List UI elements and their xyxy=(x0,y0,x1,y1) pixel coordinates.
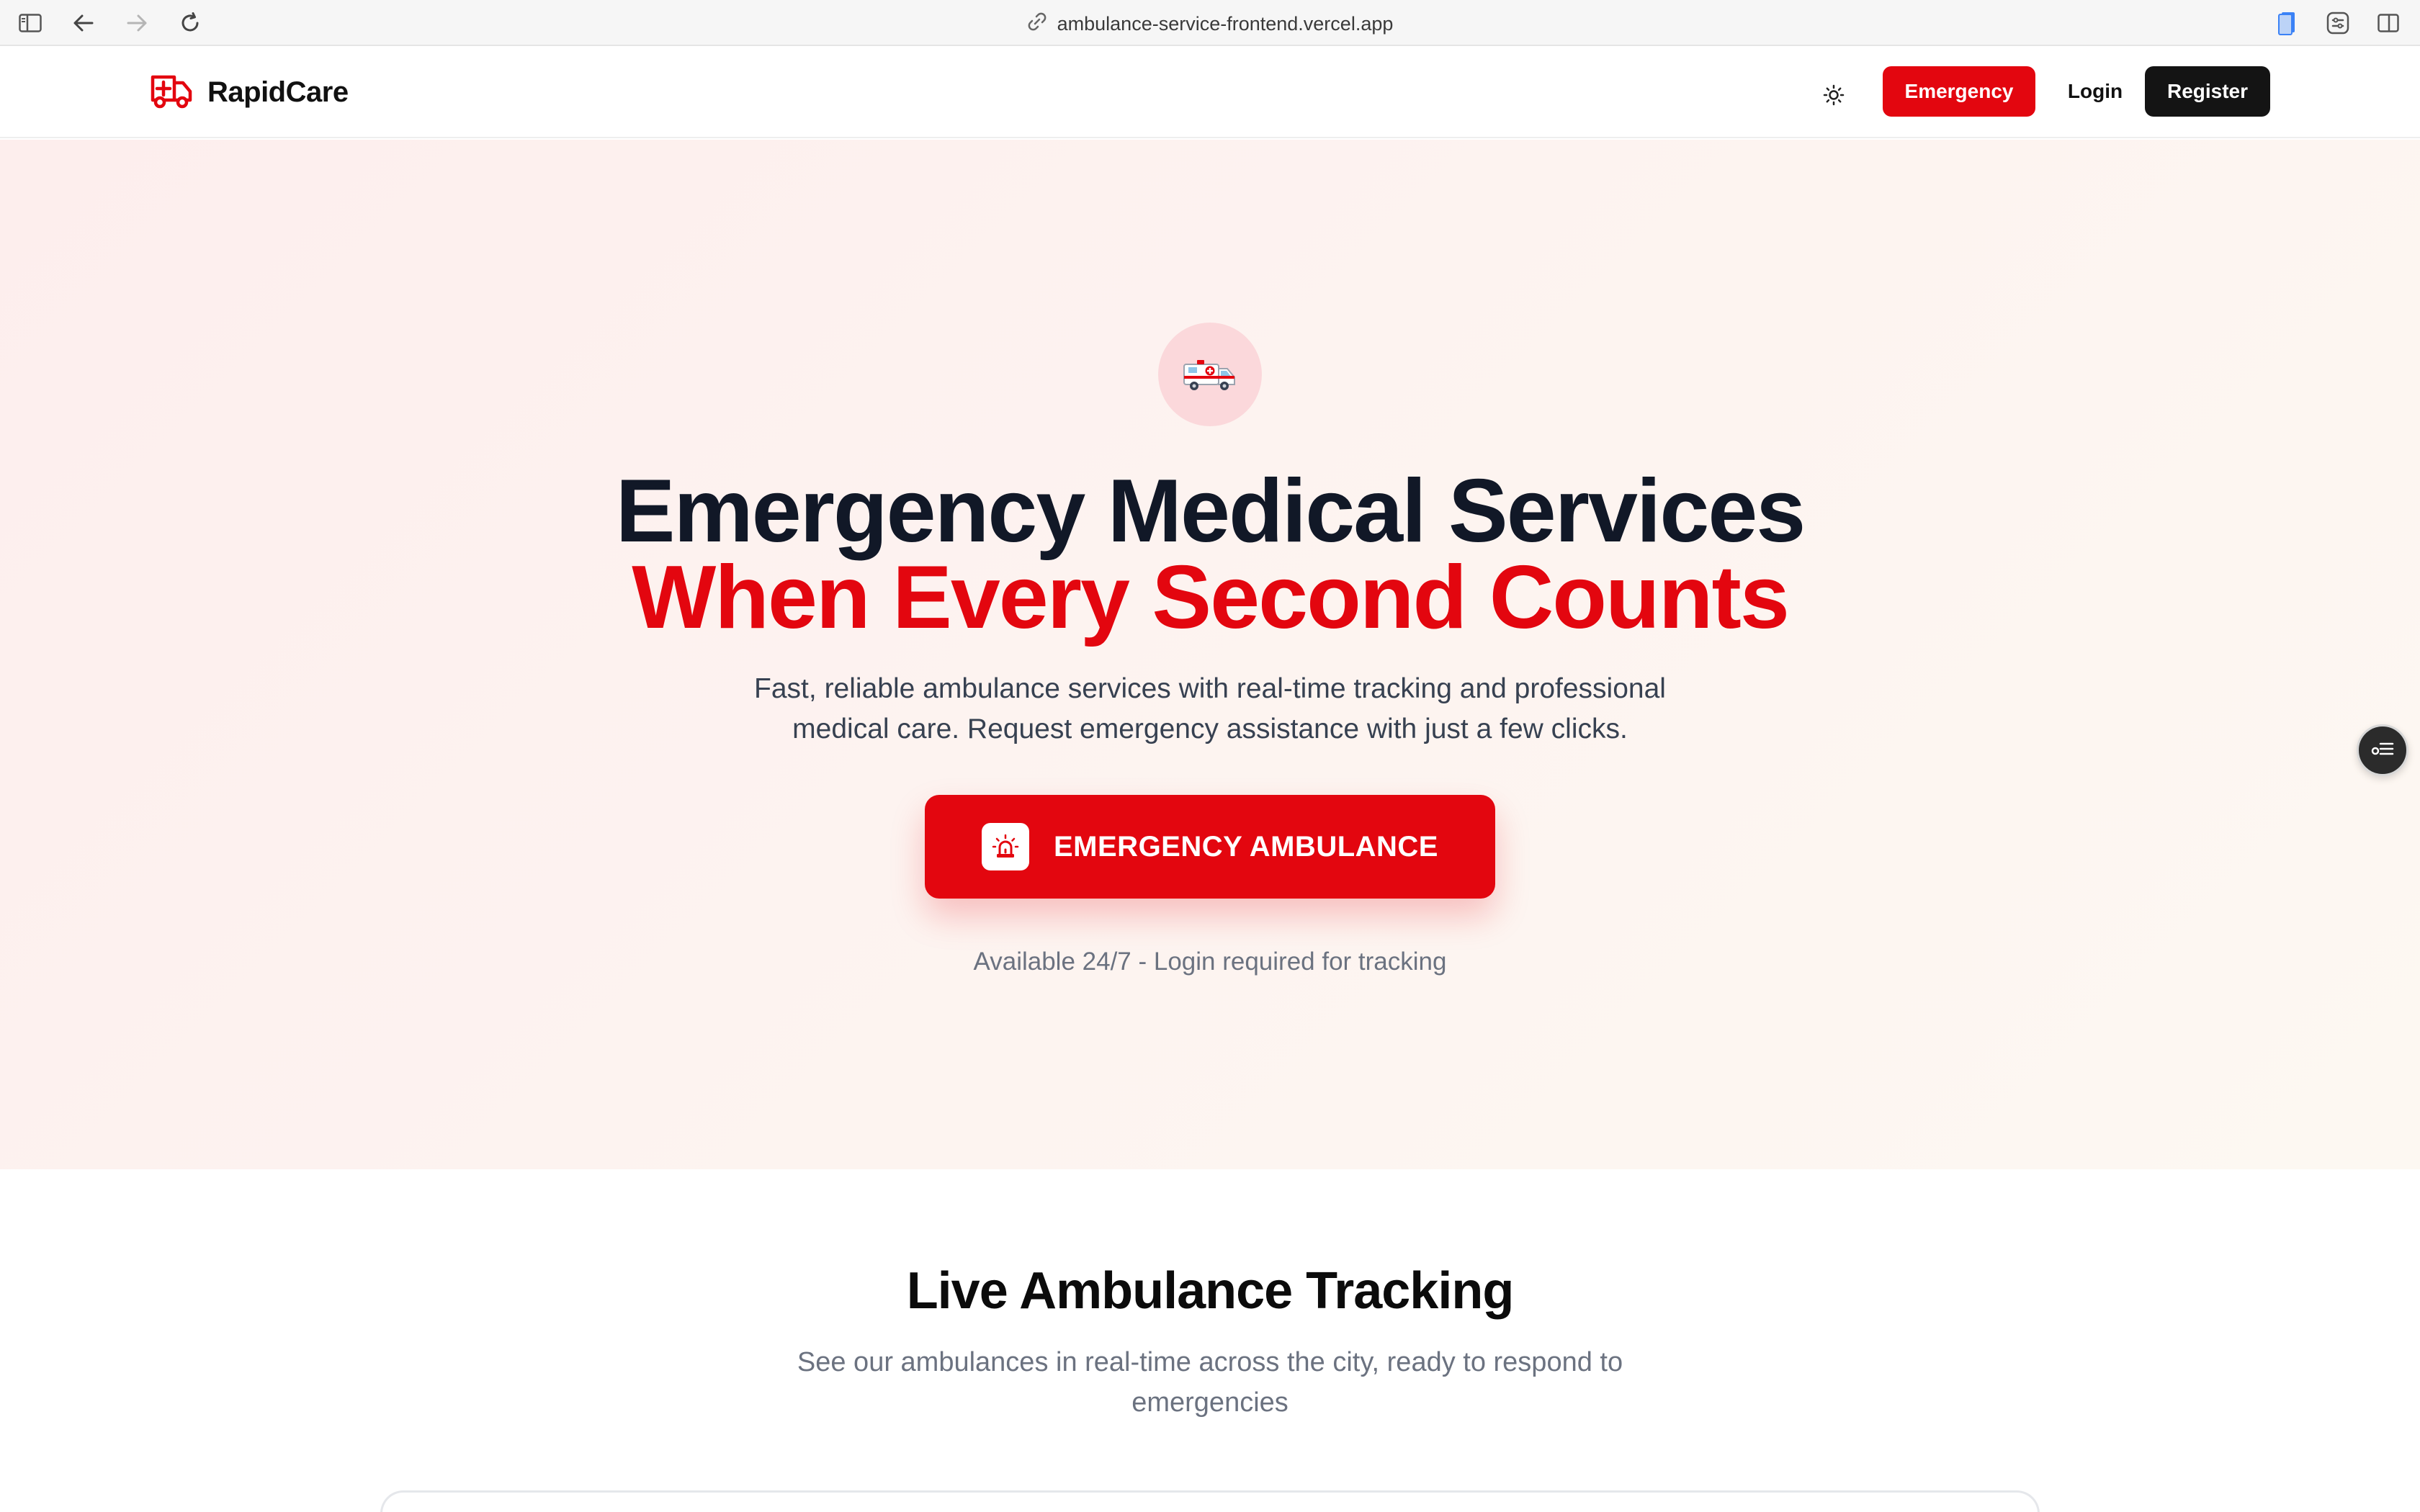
extension-icon[interactable] xyxy=(2273,9,2302,37)
sun-icon xyxy=(1823,84,1845,109)
emergency-ambulance-button[interactable]: EMERGENCY AMBULANCE xyxy=(925,795,1495,899)
availability-note: Available 24/7 - Login required for trac… xyxy=(973,948,1447,976)
tracking-map-card xyxy=(380,1490,2040,1512)
tracking-subtitle-line1: See our ambulances in real-time across t… xyxy=(797,1347,1623,1377)
browser-toolbar: ambulance-service-frontend.vercel.app xyxy=(0,0,2420,46)
address-bar[interactable]: ambulance-service-frontend.vercel.app xyxy=(0,12,2420,37)
ambulance-logo-icon xyxy=(150,71,194,114)
ambulance-icon xyxy=(1158,323,1262,426)
brand-logo[interactable]: RapidCare xyxy=(150,71,349,114)
hero-subtitle: Fast, reliable ambulance services with r… xyxy=(706,669,1714,750)
settings-list-icon xyxy=(2370,739,2395,762)
register-button[interactable]: Register xyxy=(2145,66,2270,117)
emergency-ambulance-label: EMERGENCY AMBULANCE xyxy=(1054,830,1438,863)
siren-icon xyxy=(982,823,1029,870)
url-text: ambulance-service-frontend.vercel.app xyxy=(1057,13,1394,35)
hero-subtitle-line2: medical care. Request emergency assistan… xyxy=(792,714,1628,744)
reader-extension-icon[interactable] xyxy=(2323,9,2352,37)
floating-menu-button[interactable] xyxy=(2357,724,2408,776)
theme-toggle-button[interactable] xyxy=(1814,76,1854,117)
site-header: RapidCare Emergency Login Register xyxy=(0,48,2420,138)
hero-subtitle-line1: Fast, reliable ambulance services with r… xyxy=(754,673,1666,704)
login-button[interactable]: Login xyxy=(2051,66,2139,117)
tracking-subtitle: See our ambulances in real-time across t… xyxy=(763,1342,1657,1423)
hero-title-line2: When Every Second Counts xyxy=(632,548,1790,647)
link-icon xyxy=(1027,12,1047,37)
split-view-icon[interactable] xyxy=(2374,9,2403,37)
hero-title-line1: Emergency Medical Services xyxy=(615,462,1806,561)
tracking-subtitle-line2: emergencies xyxy=(1131,1387,1289,1418)
emergency-button[interactable]: Emergency xyxy=(1883,66,2035,117)
hero-section: Emergency Medical Services When Every Se… xyxy=(0,140,2420,1169)
brand-name: RapidCare xyxy=(207,76,349,108)
tracking-title: Live Ambulance Tracking xyxy=(906,1262,1515,1320)
